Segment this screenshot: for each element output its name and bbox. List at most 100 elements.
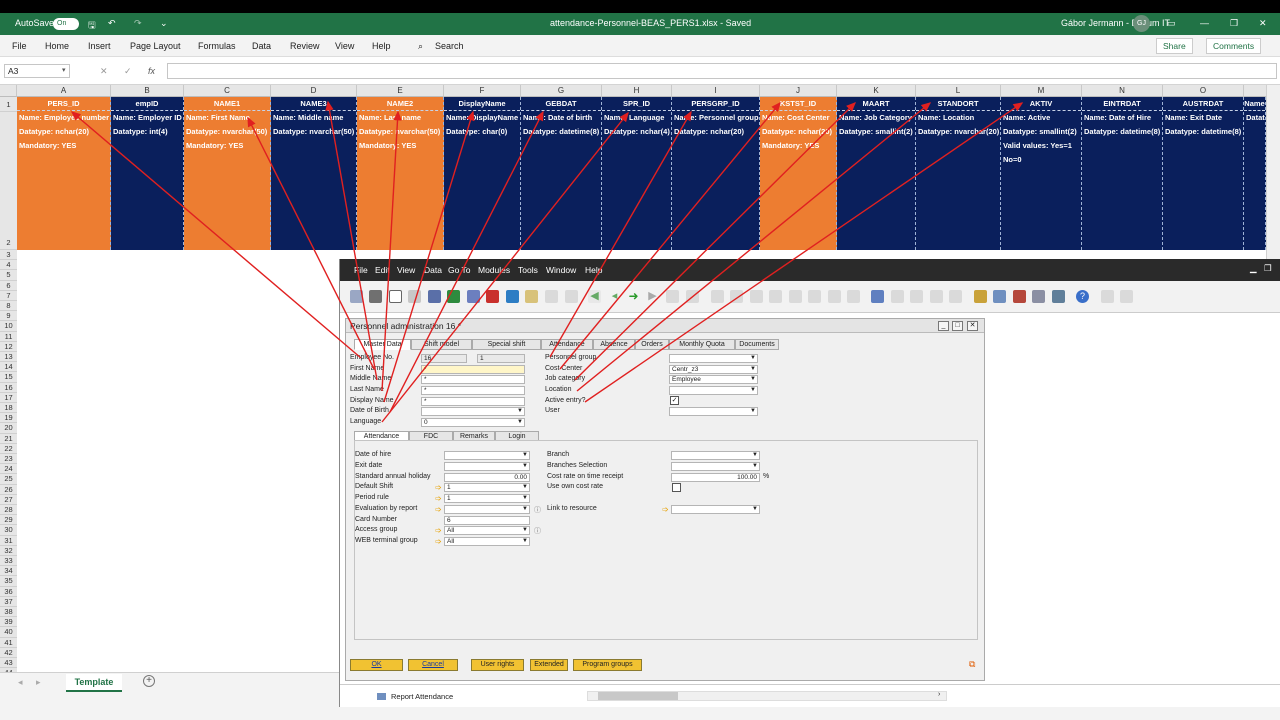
branches-selection-field[interactable]: ▼ bbox=[671, 462, 760, 471]
header-cell-spr-id[interactable]: SPR_ID Name: Language Datatype: nchar(4) bbox=[602, 97, 672, 250]
row-header[interactable]: 35 bbox=[0, 576, 17, 587]
chevron-down-icon[interactable]: ▼ bbox=[522, 538, 528, 545]
column-header[interactable]: I bbox=[672, 85, 760, 97]
settings-icon[interactable] bbox=[847, 290, 860, 303]
prev-sheet-icon[interactable]: ◂ bbox=[18, 677, 23, 688]
report-icon[interactable] bbox=[1013, 290, 1026, 303]
column-header[interactable]: F bbox=[444, 85, 521, 97]
last-record-icon[interactable]: ▶ bbox=[646, 290, 659, 303]
chevron-down-icon[interactable]: ▼ bbox=[517, 419, 523, 426]
target-document-icon[interactable] bbox=[730, 290, 743, 303]
job-category-field[interactable]: Employee ▼ bbox=[669, 375, 758, 384]
row-header[interactable]: 15 bbox=[0, 372, 17, 383]
header-cell-maart[interactable]: MAART Name: Job Category Datatype: small… bbox=[837, 97, 916, 250]
row-header[interactable]: 30 bbox=[0, 525, 17, 536]
ok-button[interactable]: OK bbox=[350, 659, 403, 671]
column-header[interactable]: B bbox=[111, 85, 184, 97]
window-icon[interactable] bbox=[1120, 290, 1133, 303]
chevron-down-icon[interactable]: ▼ bbox=[750, 408, 756, 415]
print-icon[interactable] bbox=[369, 290, 382, 303]
comments-button[interactable]: Comments bbox=[1206, 38, 1262, 54]
column-header[interactable]: M bbox=[1001, 85, 1082, 97]
row-header[interactable]: 32 bbox=[0, 545, 17, 556]
chevron-down-icon[interactable]: ▼ bbox=[522, 484, 528, 491]
tab-master-data[interactable]: Master Data bbox=[354, 339, 411, 350]
refresh-icon[interactable] bbox=[666, 290, 679, 303]
users-icon[interactable] bbox=[1052, 290, 1065, 303]
chevron-down-icon[interactable]: ▼ bbox=[752, 452, 758, 459]
header-cell-eintrdat[interactable]: EINTRDAT Name: Date of Hire Datatype: da… bbox=[1082, 97, 1163, 250]
tab-shift-model[interactable]: Shift model bbox=[411, 339, 472, 350]
add-icon[interactable] bbox=[565, 290, 578, 303]
user-field[interactable]: ▼ bbox=[669, 407, 758, 416]
chat-icon[interactable] bbox=[949, 290, 962, 303]
header-cell-standort[interactable]: STANDORT Name: Location Datatype: nvarch… bbox=[916, 97, 1001, 250]
row-header[interactable]: 25 bbox=[0, 474, 17, 485]
date-of-hire-field[interactable]: ▼ bbox=[444, 451, 530, 460]
table-icon[interactable] bbox=[993, 290, 1006, 303]
menu-review[interactable]: Review bbox=[290, 41, 320, 51]
period-rule-field[interactable]: 1 ▼ bbox=[444, 494, 530, 503]
column-header[interactable]: N bbox=[1082, 85, 1163, 97]
layout-icon[interactable] bbox=[1101, 290, 1114, 303]
resize-icon[interactable]: ⧉ bbox=[969, 659, 975, 670]
row-header[interactable]: 31 bbox=[0, 535, 17, 546]
row-header[interactable]: 20 bbox=[0, 423, 17, 434]
tab-attendance[interactable]: Attendance bbox=[541, 339, 593, 350]
row-header[interactable]: 4 bbox=[0, 260, 17, 271]
row-header[interactable]: 1 bbox=[0, 97, 17, 112]
chevron-down-icon[interactable]: ▼ bbox=[522, 452, 528, 459]
link-to-resource-field[interactable]: ▼ bbox=[671, 505, 760, 514]
chevron-down-icon[interactable]: ▼ bbox=[522, 506, 528, 513]
sms-icon[interactable] bbox=[408, 290, 421, 303]
column-header[interactable]: J bbox=[760, 85, 837, 97]
add-sheet-button[interactable]: + bbox=[143, 675, 155, 687]
cost-center-field[interactable]: Centr_z3 ▼ bbox=[669, 365, 758, 374]
column-header[interactable]: D bbox=[271, 85, 357, 97]
column-header[interactable]: G bbox=[521, 85, 602, 97]
access-group-field[interactable]: All ▼ bbox=[444, 526, 530, 535]
employer-id-field[interactable]: 1 bbox=[477, 354, 525, 363]
excel-export-icon[interactable] bbox=[447, 290, 460, 303]
column-header[interactable]: O bbox=[1163, 85, 1244, 97]
ribbon-display-icon[interactable]: ▭ bbox=[1167, 18, 1176, 29]
row-header[interactable]: 40 bbox=[0, 627, 17, 638]
sap-menu-modules[interactable]: Modules bbox=[478, 265, 510, 275]
card-number-field[interactable]: 6 bbox=[444, 516, 530, 525]
row-header[interactable]: 8 bbox=[0, 301, 17, 312]
program-groups-button[interactable]: Program groups bbox=[573, 659, 642, 671]
edit-list-icon[interactable] bbox=[891, 290, 904, 303]
menu-view[interactable]: View bbox=[335, 41, 354, 51]
share-button[interactable]: Share bbox=[1156, 38, 1193, 54]
link-arrow-icon[interactable]: ➩ bbox=[435, 526, 442, 535]
next-sheet-icon[interactable]: ▸ bbox=[36, 677, 41, 688]
row-header[interactable]: 24 bbox=[0, 464, 17, 475]
payment-means-icon[interactable] bbox=[769, 290, 782, 303]
chevron-down-icon[interactable]: ▼ bbox=[522, 463, 528, 470]
link-arrow-icon[interactable]: ➩ bbox=[435, 494, 442, 503]
display-name-field[interactable]: * bbox=[421, 397, 525, 406]
launch-app-icon[interactable] bbox=[506, 290, 519, 303]
info-icon[interactable]: ⓘ bbox=[534, 505, 541, 515]
header-cell-empid[interactable]: empID Name: Employer ID Datatype: int(4) bbox=[111, 97, 184, 250]
word-export-icon[interactable] bbox=[467, 290, 480, 303]
active-entry-checkbox[interactable]: ✓ bbox=[670, 396, 679, 405]
sheet-tab-template[interactable]: Template bbox=[66, 674, 122, 692]
org-chart-icon[interactable] bbox=[1032, 290, 1045, 303]
column-header[interactable]: C bbox=[184, 85, 271, 97]
chevron-down-icon[interactable]: ▼ bbox=[750, 366, 756, 373]
row-header[interactable]: 38 bbox=[0, 607, 17, 618]
chevron-down-icon[interactable]: ▼ bbox=[522, 495, 528, 502]
sap-menu-goto[interactable]: Go To bbox=[448, 265, 471, 275]
header-cell-kstst-id[interactable]: KSTST_ID Name: Cost Center Datatype: nch… bbox=[760, 97, 837, 250]
cancel-entry-icon[interactable]: ✕ bbox=[100, 66, 108, 77]
row-header[interactable]: 28 bbox=[0, 505, 17, 516]
menu-formulas[interactable]: Formulas bbox=[198, 41, 236, 51]
default-shift-field[interactable]: 1 ▼ bbox=[444, 483, 530, 492]
sap-menu-edit[interactable]: Edit bbox=[375, 265, 390, 275]
lock-screen-icon[interactable] bbox=[525, 290, 538, 303]
link-arrow-icon[interactable]: ➩ bbox=[435, 537, 442, 546]
row-header[interactable]: 18 bbox=[0, 403, 17, 414]
close-icon[interactable]: ✕ bbox=[1259, 18, 1267, 29]
header-cell-austrdat[interactable]: AUSTRDAT Name: Exit Date Datatype: datet… bbox=[1163, 97, 1244, 250]
